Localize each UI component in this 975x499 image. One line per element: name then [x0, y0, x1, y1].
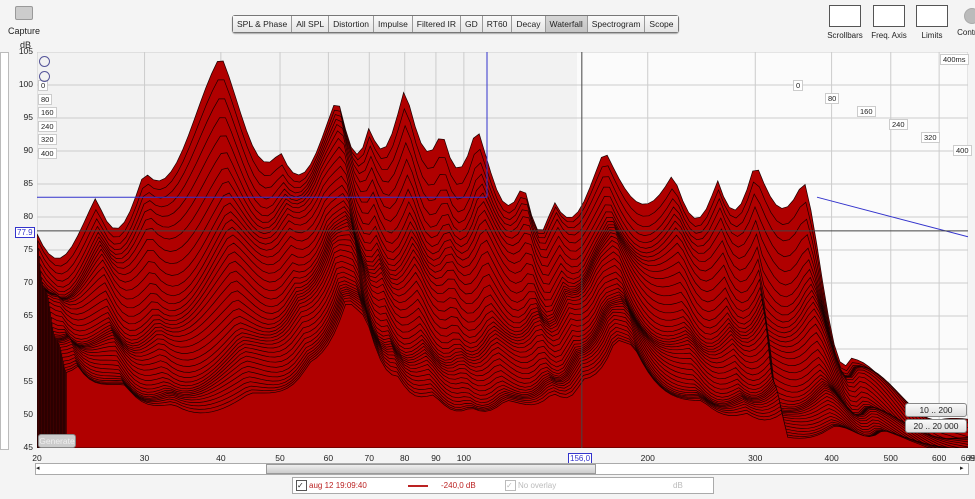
overlay-label: No overlay [518, 481, 557, 490]
time-axis-label: 240 [889, 119, 908, 130]
y-tick-label: 60 [23, 343, 33, 353]
y-tick-label: 95 [23, 112, 33, 122]
y-tick-label: 90 [23, 145, 33, 155]
tab-waterfall[interactable]: Waterfall [545, 16, 588, 32]
overlay-unit: dB [673, 481, 683, 490]
range-button-10-200[interactable]: 10 .. 200 [905, 403, 967, 417]
time-axis-label: 320 [921, 132, 940, 143]
x-tick-label: 20 [32, 453, 42, 463]
tab-gd[interactable]: GD [461, 16, 483, 32]
time-axis-label: 320 [38, 134, 57, 145]
tab-rt60[interactable]: RT60 [482, 16, 513, 32]
scroll-left-arrow[interactable]: ◂ [36, 464, 44, 474]
x-tick-label: 300 [748, 453, 763, 463]
scroll-right-arrow[interactable]: ▸ [960, 464, 968, 474]
limits-icon [916, 5, 948, 27]
x-tick-label: 40 [216, 453, 226, 463]
time-end-label: 400ms [940, 54, 969, 65]
range-button-20-20000[interactable]: 20 .. 20 000 [905, 419, 967, 433]
zoom-out-icon[interactable] [39, 71, 50, 82]
x-unit: H [969, 453, 975, 463]
x-tick-label: 70 [364, 453, 374, 463]
generate-button[interactable]: Generate [38, 434, 76, 448]
x-tick-label: 100 [456, 453, 471, 463]
time-axis-label: 80 [825, 93, 840, 104]
y-tick-label: 100 [18, 79, 33, 89]
zoom-in-icon[interactable] [39, 56, 50, 67]
tab-spl-phase[interactable]: SPL & Phase [233, 16, 293, 32]
y-tick-label: 105 [18, 46, 33, 56]
y-tick-label: 80 [23, 211, 33, 221]
series-line-swatch [408, 485, 428, 487]
capture-button[interactable]: Capture [6, 6, 42, 36]
tab-impulse[interactable]: Impulse [374, 16, 413, 32]
time-axis-label: 400 [38, 147, 57, 159]
tab-distortion[interactable]: Distortion [329, 16, 375, 32]
tab-decay[interactable]: Decay [512, 16, 546, 32]
time-axis-label: 240 [38, 120, 57, 132]
freq-axis-icon [873, 5, 905, 27]
measurement-name: aug 12 19:09:40 [309, 481, 367, 490]
measurement-checkbox[interactable]: ✓ [296, 480, 307, 491]
scrollbars-icon [829, 5, 861, 27]
x-tick-label: 200 [640, 453, 655, 463]
legend-bar: ✓ aug 12 19:09:40 -240,0 dB ✓ No overlay… [292, 477, 714, 494]
controls-icon [964, 8, 975, 24]
y-tick-label: 50 [23, 409, 33, 419]
x-tick-label: 500 [883, 453, 898, 463]
time-axis-label: 160 [38, 107, 57, 118]
scrollbars-button[interactable]: Scrollbars [820, 5, 870, 40]
time-axis-label: 160 [857, 106, 876, 117]
tab-scope[interactable]: Scope [645, 16, 678, 32]
scroll-thumb[interactable] [266, 464, 596, 474]
y-tick-label: 55 [23, 376, 33, 386]
x-tick-label: 90 [431, 453, 441, 463]
x-tick-label: 600 [932, 453, 947, 463]
time-axis-label: 80 [38, 93, 53, 105]
tab-filtered-ir[interactable]: Filtered IR [412, 16, 462, 32]
level-value: -240,0 dB [441, 481, 476, 490]
x-tick-label: 80 [399, 453, 410, 463]
overlay-checkbox[interactable]: ✓ [505, 480, 516, 491]
time-axis-label: 0 [793, 80, 804, 91]
tab-spectrogram[interactable]: Spectrogram [587, 16, 646, 32]
camera-icon [15, 6, 33, 20]
controls-button[interactable]: Controls [947, 5, 975, 37]
x-tick-label: 60 [323, 453, 334, 463]
tab-all-spl[interactable]: All SPL [292, 16, 330, 32]
y-tick-label: 65 [23, 310, 33, 320]
cursor-db-readout: 77.9 [15, 227, 35, 238]
view-tabs: SPL & Phase All SPL Distortion Impulse Filte… [232, 15, 679, 33]
waterfall-plot[interactable] [37, 52, 968, 448]
y-tick-label: 85 [23, 178, 33, 188]
y-tick-label: 45 [23, 442, 33, 452]
time-axis-label: 400 [953, 145, 972, 156]
horizontal-scrollbar[interactable]: ◂ ▸ [35, 463, 969, 475]
y-tick-label: 70 [23, 277, 33, 287]
x-tick-label: 50 [275, 453, 285, 463]
x-tick-label: 400 [824, 453, 839, 463]
x-tick-label: 30 [139, 453, 150, 463]
y-tick-label: 75 [23, 244, 33, 254]
